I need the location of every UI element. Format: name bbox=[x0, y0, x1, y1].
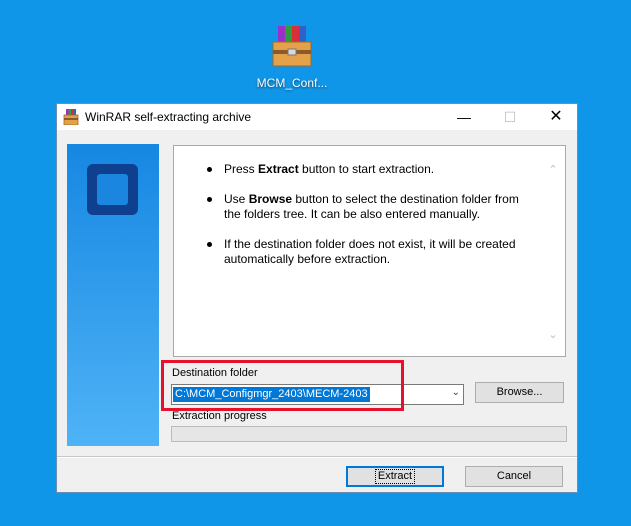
browse-button[interactable]: Browse... bbox=[475, 382, 564, 403]
minimize-button[interactable]: — bbox=[441, 104, 487, 130]
scroll-up-arrow-icon[interactable]: ⌃ bbox=[546, 163, 560, 177]
destination-folder-label: Destination folder bbox=[172, 367, 258, 379]
maximize-button[interactable]: ☐ bbox=[487, 104, 533, 130]
close-button[interactable]: ✕ bbox=[533, 104, 579, 130]
instruction-item: Press Extract button to start extraction… bbox=[207, 162, 527, 177]
desktop-icon-label: MCM_Conf... bbox=[256, 76, 328, 90]
sfx-window: WinRAR self-extracting archive — ☐ ✕ Pre… bbox=[56, 103, 578, 493]
bullet-icon bbox=[207, 167, 212, 172]
extraction-progress-bar bbox=[171, 426, 567, 442]
window-title: WinRAR self-extracting archive bbox=[85, 110, 252, 124]
divider bbox=[57, 456, 577, 458]
winrar-archive-icon bbox=[269, 24, 315, 68]
extraction-progress-label: Extraction progress bbox=[172, 410, 267, 422]
square-logo-icon bbox=[87, 164, 138, 215]
instructions-panel: Press Extract button to start extraction… bbox=[173, 145, 566, 357]
side-banner bbox=[67, 144, 159, 446]
extract-button-label: Extract bbox=[374, 469, 416, 484]
destination-folder-value[interactable]: C:\MCM_Configmgr_2403\MECM-2403 bbox=[173, 387, 370, 402]
instructions-list: Press Extract button to start extraction… bbox=[207, 162, 527, 282]
winrar-app-icon bbox=[63, 109, 79, 126]
desktop-icon-archive[interactable]: MCM_Conf... bbox=[250, 24, 334, 90]
bullet-icon bbox=[207, 197, 212, 202]
extract-button[interactable]: Extract bbox=[346, 466, 444, 487]
instruction-item: If the destination folder does not exist… bbox=[207, 237, 527, 267]
scroll-down-arrow-icon[interactable]: ⌄ bbox=[546, 328, 560, 342]
destination-folder-combobox[interactable]: C:\MCM_Configmgr_2403\MECM-2403 ⌄ bbox=[171, 384, 464, 405]
chevron-down-icon[interactable]: ⌄ bbox=[452, 387, 460, 398]
bullet-icon bbox=[207, 242, 212, 247]
title-bar[interactable]: WinRAR self-extracting archive — ☐ ✕ bbox=[57, 104, 577, 130]
cancel-button[interactable]: Cancel bbox=[465, 466, 563, 487]
instruction-item: Use Browse button to select the destinat… bbox=[207, 192, 527, 222]
